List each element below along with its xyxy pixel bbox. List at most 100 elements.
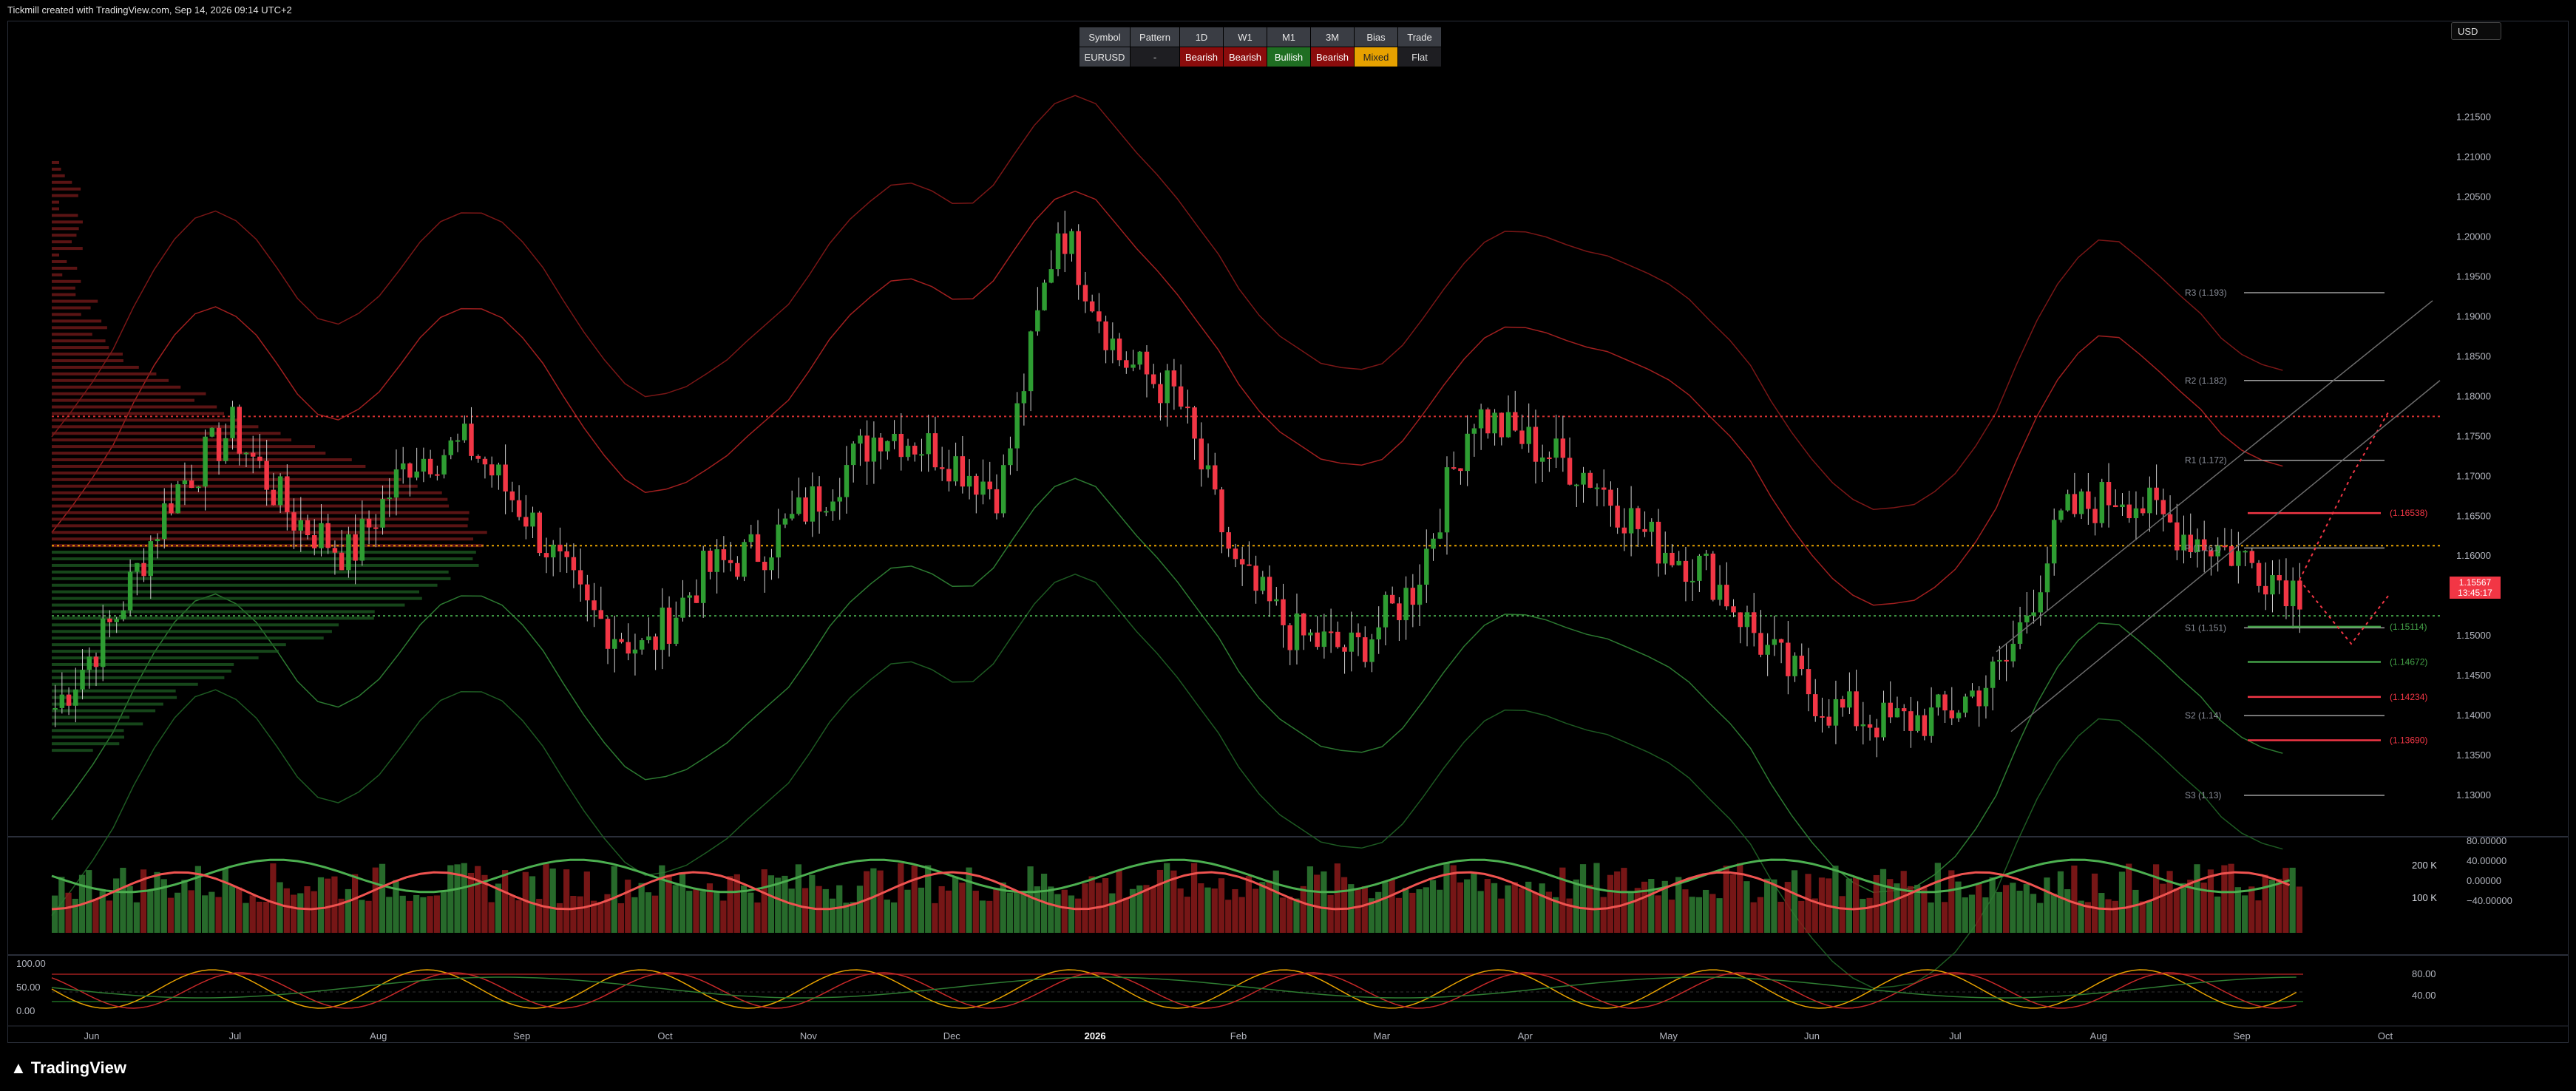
volume-bar [1416,889,1423,933]
candle-body [1437,532,1443,539]
volume-bar [1334,863,1340,933]
candle-body [816,486,822,512]
candle-body [1894,708,1900,718]
volume-bar [461,863,467,933]
volume-bar [2180,883,2187,933]
candle-body [994,489,1000,514]
volume-profile-bar [52,160,59,164]
candle-body [441,455,447,475]
volume-profile-bar [52,716,130,719]
candle-body [1772,639,1777,645]
candle-body [1131,364,1136,368]
target-label: (1.13690) [2390,735,2427,746]
candle-body [1786,642,1791,676]
candle-body [974,475,979,495]
volume-bar [1150,887,1156,933]
candle-body [2222,546,2228,548]
volume-profile-bar [52,339,106,343]
volume-bar [1505,885,1511,933]
candle-body [1308,632,1313,636]
volume-bar [1948,870,1955,933]
volume-bar [1109,893,1116,933]
currency-selector[interactable]: USD [2451,22,2501,40]
volume-bar [1518,888,1525,933]
volume-bar [1866,897,1873,933]
volume-bar [154,871,160,933]
candle-body [1574,484,1579,486]
candle-body [175,484,180,514]
volume-bar [1429,880,1437,933]
volume-profile-bar [52,353,123,356]
volume-bar [2023,884,2030,933]
volume-bar [1976,883,1982,933]
price-chart[interactable]: 1.21500 1.21000 1.20500 1.20000 1.19500 1.190… [0,0,2576,1091]
volume-profile-bar [52,418,243,422]
price-tick: 1.15000 [2456,630,2491,641]
volume-bar [850,902,856,933]
volume-bar [1894,883,1900,933]
volume-profile-bar [52,293,76,296]
volume-bar [1225,900,1232,933]
oscillator-left-tick: 100.00 [16,958,46,969]
candle-body [1547,457,1552,459]
candle-body [400,463,406,470]
candle-body [1397,603,1402,621]
candle-body [1219,489,1224,533]
candle-body [755,534,761,563]
candle-body [237,407,242,454]
volume-profile-bar [52,180,72,184]
candle-body [666,608,672,645]
candle-body [1478,409,1484,429]
volume-bar [420,897,427,933]
candle-body [1335,631,1340,648]
volume-profile-bar [52,583,438,587]
tradingview-logo[interactable]: ▲ TradingView [10,1058,126,1078]
volume-bar [645,892,651,933]
candle-body [1458,468,1463,472]
volume-bar [563,869,570,933]
time-tick: Jun [84,1030,100,1041]
volume-bar [754,902,761,933]
candle-body [2120,504,2125,508]
candle-body [1137,351,1142,365]
volume-bar [1934,863,1941,933]
volume-bar [2268,880,2276,933]
candle-body [1970,690,1975,697]
candle-body [80,670,85,690]
price-tick: 1.20500 [2456,191,2491,203]
candle-body [2277,575,2282,581]
pivot-label: R3 (1.193) [2185,288,2227,298]
volume-bar [1122,897,1129,933]
forecast-line [2299,412,2389,581]
volume-bar [1020,892,1027,933]
volume-bar [256,901,263,933]
volume-bar [864,871,870,933]
candle-body [824,511,829,513]
volume-profile-bar [52,405,217,409]
candle-body [605,619,611,649]
volume-bar [1054,894,1061,933]
volume-bar [1989,877,1996,933]
candle-body [1410,588,1416,605]
candle-body [674,617,679,645]
pivot-label: S3 (1.13) [2185,790,2221,801]
volume-bar [1327,894,1334,933]
bias-cell-symbol: EURUSD [1079,47,1131,67]
time-tick: Oct [657,1030,673,1041]
volume-profile-bar [52,577,451,580]
volume-profile-bar [52,557,473,561]
volume-tick: 100 K [2412,892,2437,903]
candle-body [2160,500,2166,514]
candle-body [475,455,481,459]
candle-body [203,436,208,487]
candle-body [1519,430,1525,444]
volume-profile-bar [52,412,225,415]
candle-body [646,636,651,641]
volume-bar [475,866,481,933]
candle-body [803,497,808,522]
volume-bar [699,891,706,933]
volume-bar [1477,891,1484,933]
volume-profile-bar [52,378,169,382]
volume-bar [1962,897,1968,933]
volume-profile-bar [52,273,63,276]
